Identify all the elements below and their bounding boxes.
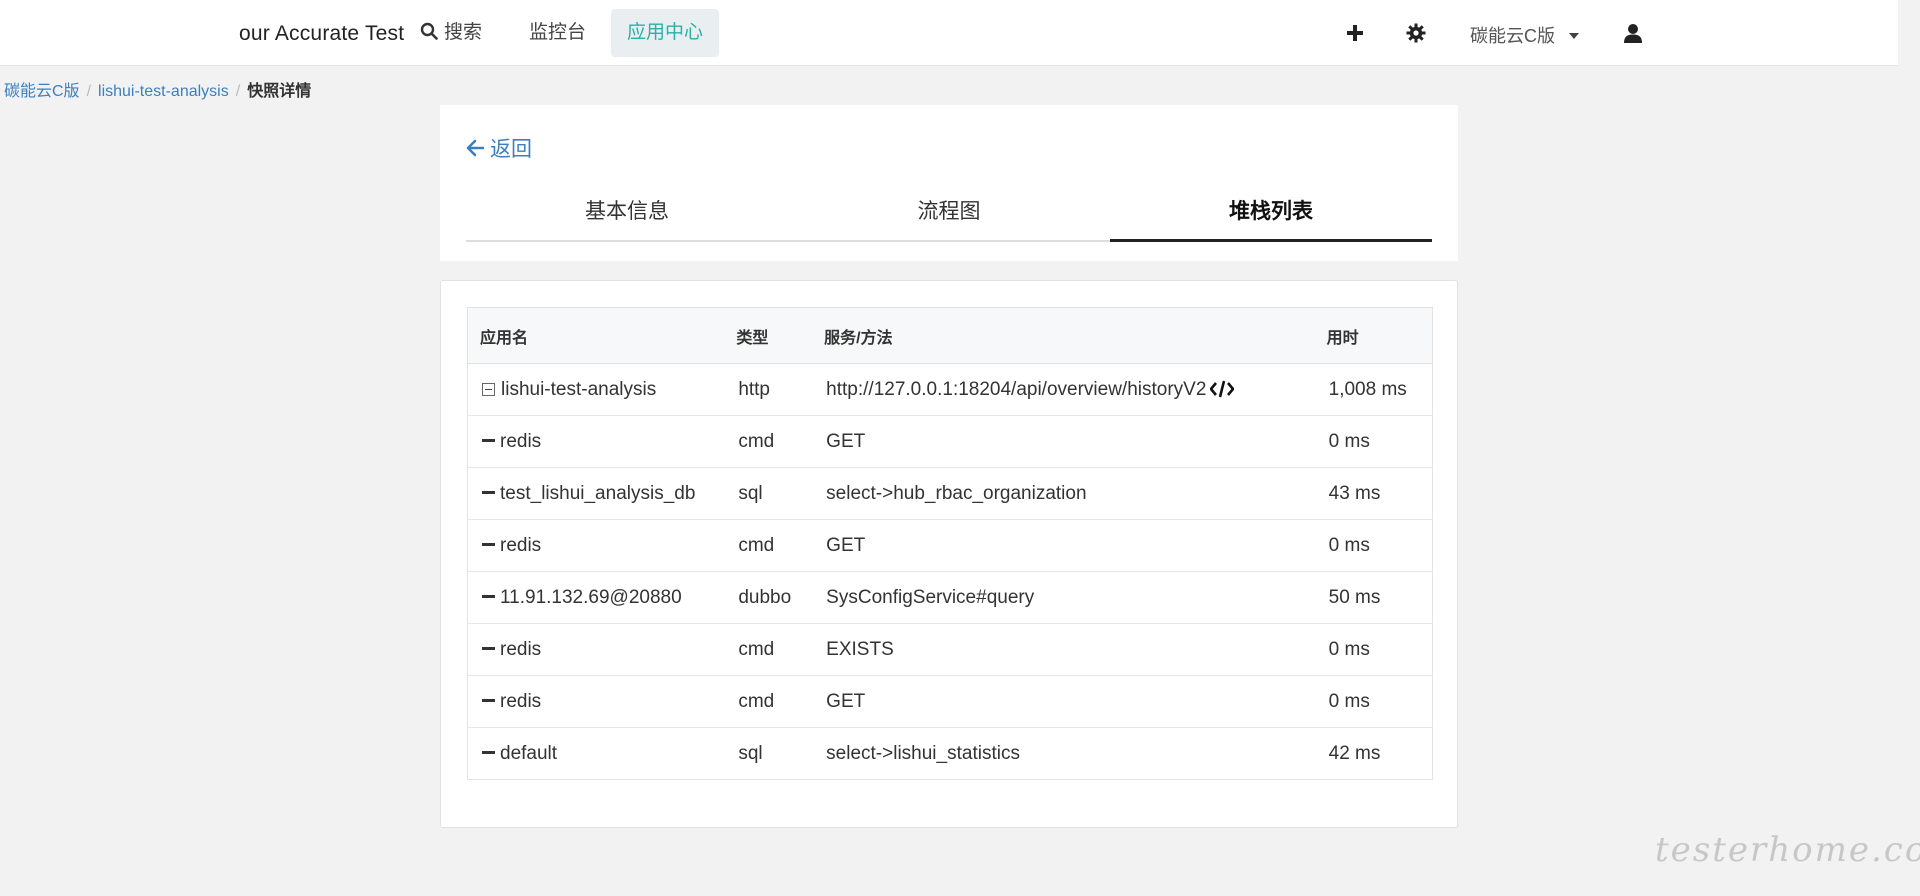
time-cell: 43 ms (1314, 467, 1433, 520)
app-cell: redis (467, 675, 725, 728)
column-header-type: 类型 (724, 307, 813, 364)
breadcrumb-current: 快照详情 (247, 83, 312, 100)
service-cell: GET (812, 675, 1315, 728)
column-header-app: 应用名 (467, 307, 725, 364)
tab-basic-info[interactable]: 基本信息 (466, 187, 788, 240)
nav-search[interactable]: 搜索 (404, 9, 498, 57)
detail-tabs: 基本信息 流程图 堆栈列表 (466, 187, 1432, 242)
app-name: redis (500, 430, 542, 452)
table-header-row: 应用名 类型 服务/方法 用时 (467, 307, 1433, 364)
app-name: default (500, 742, 558, 764)
app-name: test_lishui_analysis_db (500, 482, 696, 504)
type-cell: http (724, 363, 813, 416)
type-cell: sql (724, 467, 813, 520)
type-cell: dubbo (724, 571, 813, 624)
org-switcher[interactable]: 碳能云C版 (1470, 22, 1579, 48)
service-cell: select->lishui_statistics (812, 727, 1315, 780)
table-row[interactable]: redis cmd GET 0 ms (467, 675, 1433, 728)
user-menu-button[interactable] (1620, 20, 1646, 46)
user-icon (1624, 24, 1642, 43)
settings-button[interactable] (1403, 20, 1429, 46)
nav-monitor[interactable]: 监控台 (513, 9, 602, 57)
app-name: lishui-test-analysis (501, 378, 657, 400)
type-cell: cmd (724, 623, 813, 676)
tree-dash-icon (482, 542, 495, 546)
back-label: 返回 (490, 138, 532, 161)
app-cell: redis (467, 623, 725, 676)
time-cell: 50 ms (1314, 571, 1433, 624)
org-label: 碳能云C版 (1470, 26, 1555, 46)
app-cell: test_lishui_analysis_db (467, 467, 725, 520)
type-cell: cmd (724, 519, 813, 572)
time-cell: 0 ms (1314, 519, 1433, 572)
breadcrumb-app-link[interactable]: lishui-test-analysis (98, 83, 229, 100)
watermark: testerhome.com (1655, 830, 1920, 870)
column-header-service: 服务/方法 (812, 307, 1315, 364)
app-cell: redis (467, 415, 725, 468)
type-cell: cmd (724, 415, 813, 468)
breadcrumb: 碳能云C版 / lishui-test-analysis / 快照详情 (4, 77, 311, 101)
app-name: redis (500, 534, 542, 556)
tree-dash-icon (482, 750, 495, 754)
service-cell: EXISTS (812, 623, 1315, 676)
service-cell: GET (812, 519, 1315, 572)
brand-title[interactable]: our Accurate Test (239, 22, 404, 46)
app-name: 11.91.132.69@20880 (500, 586, 682, 608)
detail-header-panel: 返回 基本信息 流程图 堆栈列表 (440, 105, 1458, 261)
time-cell: 0 ms (1314, 415, 1433, 468)
time-cell: 42 ms (1314, 727, 1433, 780)
tree-dash-icon (482, 698, 495, 702)
search-icon (420, 22, 438, 40)
type-cell: cmd (724, 675, 813, 728)
table-row[interactable]: default sql select->lishui_statistics 42… (467, 727, 1433, 780)
service-cell: http://127.0.0.1:18204/api/overview/hist… (812, 363, 1315, 416)
stack-list-panel: 应用名 类型 服务/方法 用时 lishui-test-analysis htt… (440, 280, 1458, 828)
tree-dash-icon (482, 646, 495, 650)
time-cell: 0 ms (1314, 675, 1433, 728)
app-cell: redis (467, 519, 725, 572)
collapse-icon[interactable] (482, 382, 495, 396)
tree-dash-icon (482, 594, 495, 598)
type-cell: sql (724, 727, 813, 780)
app-cell: 11.91.132.69@20880 (467, 571, 725, 624)
table-row[interactable]: redis cmd GET 0 ms (467, 415, 1433, 468)
code-icon[interactable] (1210, 380, 1235, 398)
nav-app-center[interactable]: 应用中心 (611, 9, 720, 57)
table-row[interactable]: lishui-test-analysis http http://127.0.0… (467, 363, 1433, 416)
app-cell: default (467, 727, 725, 780)
tree-dash-icon (482, 490, 495, 494)
service-cell: SysConfigService#query (812, 571, 1315, 624)
plus-icon (1347, 25, 1363, 41)
add-button[interactable] (1342, 20, 1368, 46)
time-cell: 1,008 ms (1314, 363, 1433, 416)
breadcrumb-separator: / (86, 83, 92, 100)
table-row[interactable]: 11.91.132.69@20880 dubbo SysConfigServic… (467, 571, 1433, 624)
table-row[interactable]: test_lishui_analysis_db sql select->hub_… (467, 467, 1433, 520)
column-header-time: 用时 (1314, 307, 1433, 364)
back-link[interactable]: 返回 (466, 133, 532, 163)
breadcrumb-org-link[interactable]: 碳能云C版 (4, 83, 80, 100)
tab-stack-list[interactable]: 堆栈列表 (1110, 187, 1432, 242)
app-name: redis (500, 690, 542, 712)
app-cell: lishui-test-analysis (467, 363, 725, 416)
arrow-left-icon (466, 139, 484, 157)
top-navbar: our Accurate Test 搜索 监控台 应用中心 碳能云C版 (0, 0, 1898, 66)
breadcrumb-separator: / (235, 83, 241, 100)
tab-flowchart[interactable]: 流程图 (788, 187, 1110, 240)
stack-table: 应用名 类型 服务/方法 用时 lishui-test-analysis htt… (467, 307, 1433, 780)
app-name: redis (500, 638, 542, 660)
service-text: http://127.0.0.1:18204/api/overview/hist… (826, 378, 1207, 400)
caret-down-icon (1569, 33, 1579, 39)
nav-search-label: 搜索 (444, 22, 483, 43)
table-row[interactable]: redis cmd EXISTS 0 ms (467, 623, 1433, 676)
table-row[interactable]: redis cmd GET 0 ms (467, 519, 1433, 572)
service-cell: select->hub_rbac_organization (812, 467, 1315, 520)
time-cell: 0 ms (1314, 623, 1433, 676)
tree-dash-icon (482, 438, 495, 442)
service-cell: GET (812, 415, 1315, 468)
gear-icon (1406, 23, 1426, 43)
